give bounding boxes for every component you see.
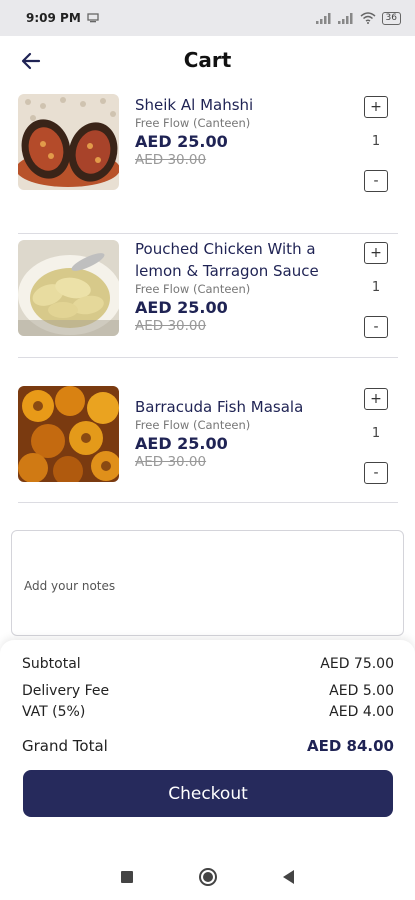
delivery-value: AED 5.00 — [329, 683, 394, 699]
cart-item: Pouched Chicken With a lemon & Tarragon … — [18, 238, 398, 358]
item-price: AED 25.00 — [135, 132, 228, 151]
quantity-stepper: + 1 - — [364, 242, 390, 340]
decrease-button[interactable]: - — [364, 170, 388, 192]
page-title: Cart — [183, 48, 232, 72]
increase-button[interactable]: + — [364, 388, 388, 410]
status-time: 9:09 PM — [26, 11, 81, 25]
battery-icon: 36 — [381, 11, 401, 25]
food-image[interactable] — [18, 386, 119, 482]
delivery-label: Delivery Fee — [22, 683, 110, 699]
decrease-button[interactable]: - — [364, 316, 388, 338]
quantity-value: 1 — [371, 134, 381, 149]
signal-icon-2 — [337, 12, 353, 24]
quantity-value: 1 — [371, 280, 381, 295]
item-old-price: AED 30.00 — [135, 152, 207, 168]
status-bar: 9:09 PM 36 — [0, 0, 415, 36]
cart-item: Barracuda Fish Masala Free Flow (Canteen… — [18, 384, 398, 503]
item-flow: Free Flow (Canteen) — [135, 116, 251, 130]
signal-icon — [315, 12, 331, 24]
subtotal-label: Subtotal — [22, 656, 81, 672]
back-arrow-icon[interactable] — [18, 48, 44, 74]
item-old-price: AED 30.00 — [135, 454, 207, 470]
increase-button[interactable]: + — [364, 96, 388, 118]
item-flow: Free Flow (Canteen) — [135, 282, 251, 296]
wifi-icon — [360, 12, 376, 24]
delivery-row: Delivery Fee AED 5.00 — [22, 683, 394, 699]
quantity-value: 1 — [371, 426, 381, 441]
decrease-button[interactable]: - — [364, 462, 388, 484]
subtotal-value: AED 75.00 — [320, 656, 394, 672]
screen-cast-icon — [87, 13, 99, 23]
grand-total-value: AED 84.00 — [307, 737, 394, 755]
vat-label: VAT (5%) — [22, 704, 86, 720]
recent-apps-icon[interactable] — [121, 871, 133, 883]
app-header: Cart — [0, 36, 415, 84]
item-name: Pouched Chicken With a lemon & Tarragon … — [135, 240, 319, 280]
item-name: Barracuda Fish Masala — [135, 398, 304, 416]
vat-value: AED 4.00 — [329, 704, 394, 720]
checkout-button[interactable]: Checkout — [23, 770, 393, 817]
quantity-stepper: + 1 - — [364, 96, 390, 194]
home-icon[interactable] — [199, 868, 217, 886]
subtotal-row: Subtotal AED 75.00 — [22, 656, 394, 672]
notes-input[interactable] — [24, 579, 391, 593]
order-summary: Subtotal AED 75.00 Delivery Fee AED 5.00… — [0, 640, 415, 854]
item-price: AED 25.00 — [135, 298, 228, 317]
vat-row: VAT (5%) AED 4.00 — [22, 704, 394, 720]
quantity-stepper: + 1 - — [364, 388, 390, 486]
increase-button[interactable]: + — [364, 242, 388, 264]
grand-total-label: Grand Total — [22, 737, 108, 755]
notes-box — [11, 530, 404, 636]
item-price: AED 25.00 — [135, 434, 228, 453]
item-flow: Free Flow (Canteen) — [135, 418, 251, 432]
item-old-price: AED 30.00 — [135, 318, 207, 334]
food-image[interactable] — [18, 240, 119, 336]
cart-item: Sheik Al Mahshi Free Flow (Canteen) AED … — [18, 94, 398, 234]
grand-total-row: Grand Total AED 84.00 — [22, 737, 394, 755]
item-name: Sheik Al Mahshi — [135, 96, 254, 114]
food-image[interactable] — [18, 94, 119, 190]
system-nav-bar — [0, 854, 415, 900]
system-back-icon[interactable] — [283, 870, 294, 884]
